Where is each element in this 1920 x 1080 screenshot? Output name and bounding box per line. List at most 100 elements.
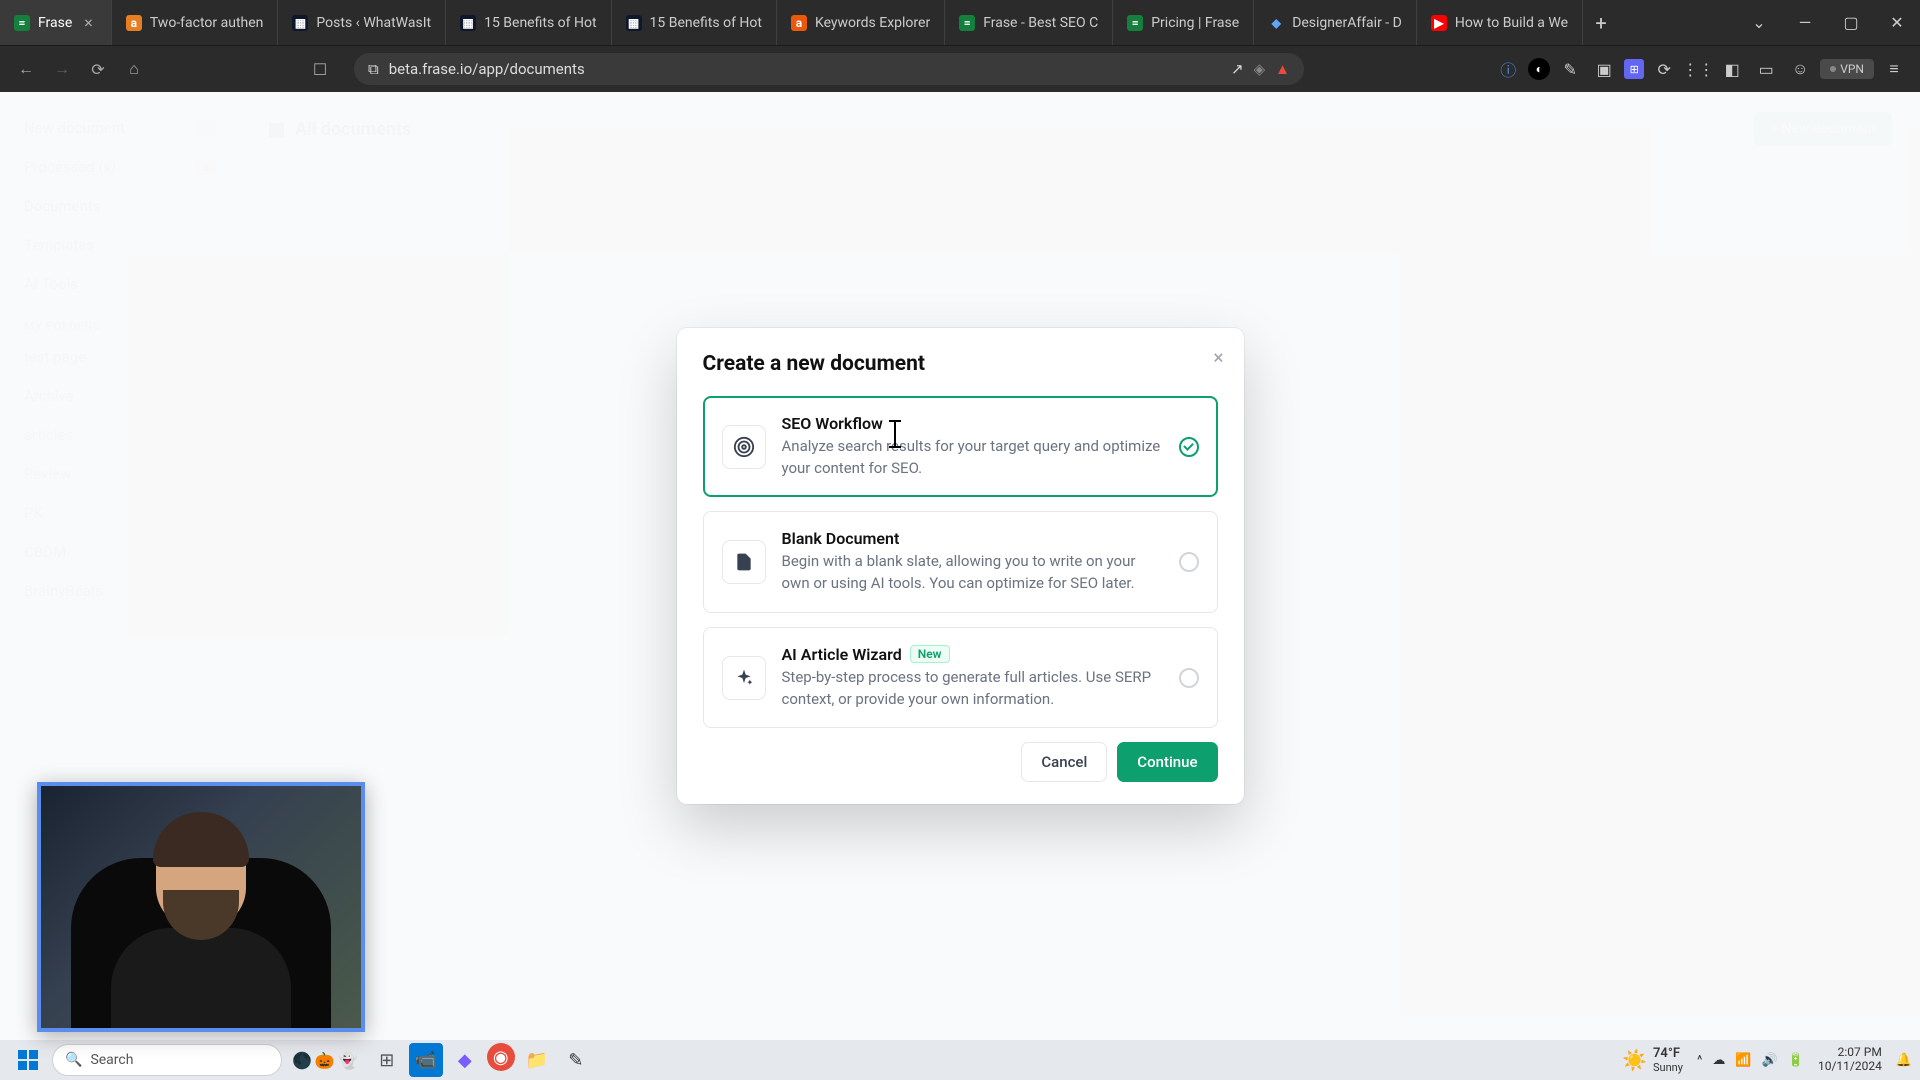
option-ai-wizard[interactable]: AI Article WizardNew Step-by-step proces… [703, 627, 1218, 729]
profile-icon[interactable]: ☺ [1786, 55, 1814, 83]
tab-icon: ▶ [1431, 15, 1447, 31]
tab-icon: a [791, 15, 807, 31]
tab-title: Frase - Best SEO C [983, 15, 1098, 31]
target-icon [722, 425, 766, 469]
option-desc: Step-by-step process to generate full ar… [782, 667, 1163, 711]
create-document-modal: Create a new document × SEO Workflow Ana… [677, 328, 1244, 805]
ext-icon[interactable]: ⓘ [1494, 55, 1522, 83]
tab-icon: = [959, 15, 975, 31]
tab[interactable]: a Keywords Explorer [777, 0, 945, 45]
tab-frase[interactable]: = Frase × [0, 0, 112, 45]
option-title: SEO Workflow [782, 414, 1163, 433]
tab-title: Keywords Explorer [815, 15, 930, 31]
continue-button[interactable]: Continue [1117, 742, 1217, 782]
task-icon[interactable]: ✎ [559, 1043, 593, 1077]
shield-icon[interactable]: ◈ [1254, 60, 1266, 78]
tab-title: Pricing | Frase [1151, 15, 1239, 31]
taskbar-search[interactable]: 🔍 Search [52, 1044, 282, 1076]
menu-icon[interactable]: ≡ [1880, 55, 1908, 83]
ext-icon[interactable]: ⊞ [1624, 59, 1644, 79]
close-window-icon[interactable]: ✕ [1874, 0, 1920, 45]
share-icon[interactable]: ↗ [1231, 60, 1244, 78]
tab[interactable]: a Two-factor authen [112, 0, 279, 45]
radio-icon [1179, 552, 1199, 572]
tab-icon: ▦ [460, 15, 476, 31]
maximize-icon[interactable]: ▢ [1828, 0, 1874, 45]
address-bar[interactable]: ⧉ beta.frase.io/app/documents ↗ ◈ ▲ [354, 53, 1304, 85]
tab[interactable]: ▶ How to Build a We [1417, 0, 1583, 45]
tab-dropdown-icon[interactable]: ⌄ [1736, 0, 1782, 45]
back-icon[interactable]: ← [12, 55, 40, 83]
minimize-icon[interactable]: — [1782, 0, 1828, 45]
notifications-icon[interactable]: 🔔 [1896, 1053, 1912, 1068]
ext-icon[interactable]: ◐ [1528, 58, 1550, 80]
tab-icon: ▦ [292, 15, 308, 31]
task-icon[interactable]: ◉ [487, 1043, 515, 1071]
forward-icon[interactable]: → [48, 55, 76, 83]
system-tray[interactable]: ^ ☁ 📶 🔊 🔋 [1697, 1053, 1804, 1068]
sun-icon: ☀️ [1622, 1048, 1647, 1072]
new-badge: New [910, 645, 950, 663]
tab-icon: a [126, 15, 142, 31]
task-icon[interactable]: ◆ [448, 1043, 482, 1077]
file-icon [722, 540, 766, 584]
task-icon[interactable]: 📁 [520, 1043, 554, 1077]
home-icon[interactable]: ⌂ [120, 55, 148, 83]
wifi-icon[interactable]: 📶 [1735, 1053, 1751, 1068]
reload-icon[interactable]: ⟳ [84, 55, 112, 83]
tab[interactable]: ▦ 15 Benefits of Hot [446, 0, 611, 45]
chevron-up-icon[interactable]: ^ [1697, 1053, 1702, 1068]
task-icon[interactable]: 📹 [409, 1043, 443, 1077]
text-cursor-icon [894, 420, 896, 448]
volume-icon[interactable]: 🔊 [1762, 1053, 1778, 1068]
weather-widget[interactable]: ☀️ 74°F Sunny [1622, 1046, 1683, 1074]
option-desc: Analyze search results for your target q… [782, 436, 1163, 480]
tab[interactable]: = Pricing | Frase [1113, 0, 1254, 45]
tab-title: Frase [38, 15, 72, 31]
brave-icon[interactable]: ▲ [1275, 60, 1290, 78]
tab[interactable]: ◆ DesignerAffair - D [1254, 0, 1417, 45]
tab-title: DesignerAffair - D [1292, 15, 1402, 31]
task-icon[interactable]: ⊞ [370, 1043, 404, 1077]
cancel-button[interactable]: Cancel [1021, 742, 1107, 782]
ext-icon[interactable]: ✎ [1556, 55, 1584, 83]
tab-icon: = [1127, 15, 1143, 31]
option-title: AI Article WizardNew [782, 645, 1163, 664]
url-text: beta.frase.io/app/documents [389, 60, 585, 78]
vpn-button[interactable]: VPN [1820, 59, 1874, 79]
radio-selected-icon [1179, 437, 1199, 457]
bookmark-icon[interactable]: ☐ [306, 55, 334, 83]
tab-icon: ◆ [1268, 15, 1284, 31]
close-icon[interactable]: × [80, 13, 97, 32]
option-blank-document[interactable]: Blank Document Begin with a blank slate,… [703, 511, 1218, 613]
onedrive-icon[interactable]: ☁ [1712, 1053, 1725, 1068]
ext-icon[interactable]: ⟳ [1650, 55, 1678, 83]
new-tab-button[interactable]: + [1583, 0, 1619, 45]
start-button[interactable] [8, 1044, 48, 1076]
tab-title: How to Build a We [1455, 15, 1568, 31]
sidepanel-icon[interactable]: ◧ [1718, 55, 1746, 83]
tab-title: 15 Benefits of Hot [484, 15, 596, 31]
search-placeholder: Search [90, 1052, 133, 1068]
tab-icon: ▦ [626, 15, 642, 31]
wallet-icon[interactable]: ▭ [1752, 55, 1780, 83]
tab[interactable]: ▦Posts ‹ WhatWasIt [278, 0, 446, 45]
tab-title: 15 Benefits of Hot [650, 15, 762, 31]
close-icon[interactable]: × [1213, 346, 1223, 369]
taskbar-clock[interactable]: 2:07 PM 10/11/2024 [1818, 1046, 1882, 1074]
tab[interactable]: = Frase - Best SEO C [945, 0, 1113, 45]
ext-icon[interactable]: ▣ [1590, 55, 1618, 83]
option-seo-workflow[interactable]: SEO Workflow Analyze search results for … [703, 396, 1218, 498]
battery-icon[interactable]: 🔋 [1788, 1053, 1804, 1068]
sparkle-icon [722, 656, 766, 700]
site-info-icon[interactable]: ⧉ [368, 60, 379, 78]
extensions-icon[interactable]: ⋮⋮ [1684, 55, 1712, 83]
weather-cond: Sunny [1653, 1061, 1683, 1074]
webcam-overlay [37, 782, 365, 1032]
browser-tabstrip: = Frase × a Two-factor authen ▦Posts ‹ Wh… [0, 0, 1920, 45]
weather-temp: 74°F [1653, 1046, 1683, 1061]
tab[interactable]: ▦ 15 Benefits of Hot [612, 0, 777, 45]
frase-icon: = [14, 15, 30, 31]
tab-title: Two-factor authen [150, 15, 264, 31]
search-tray-icons: 🌑🎃👻 [292, 1051, 358, 1070]
